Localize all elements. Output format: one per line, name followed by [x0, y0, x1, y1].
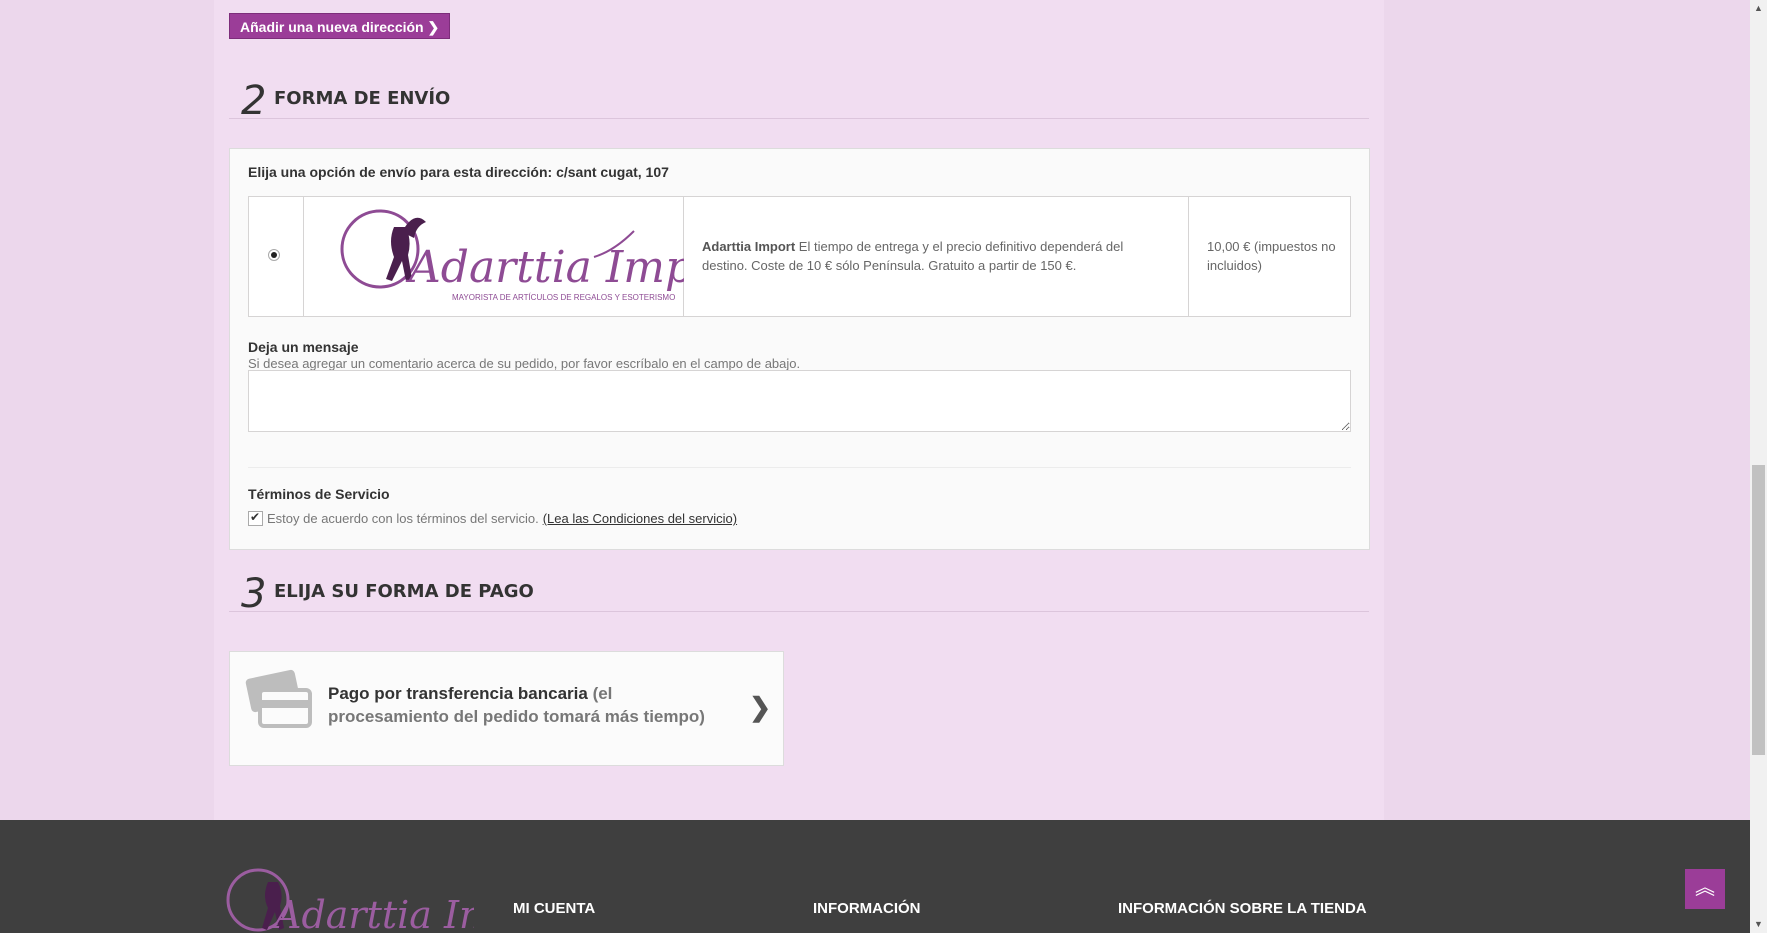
- add-new-address-button[interactable]: Añadir una nueva dirección ❯: [229, 13, 451, 39]
- terms-checkbox[interactable]: [248, 510, 263, 526]
- payment-method-name: Pago por transferencia bancaria: [328, 684, 588, 703]
- scroll-to-top-button[interactable]: ︽: [1685, 869, 1725, 909]
- footer-my-account[interactable]: MI CUENTA: [513, 900, 595, 917]
- adarttia-logo-icon: Adarttia Import MAYORISTA DE ARTÍCULOS D…: [340, 209, 759, 302]
- chevron-right-icon: ❯: [749, 692, 771, 722]
- shipping-options-box: Elija una opción de envío para esta dire…: [229, 148, 1370, 550]
- step-title: ELIJA SU FORMA DE PAGO: [274, 581, 534, 602]
- terms-link[interactable]: (Lea las Condiciones del servicio): [543, 511, 737, 526]
- carrier-radio-cell: [249, 197, 304, 316]
- footer-store-info[interactable]: INFORMACIÓN SOBRE LA TIENDA: [1118, 900, 1367, 917]
- payment-text: Pago por transferencia bancaria (el proc…: [328, 682, 728, 728]
- credit-card-icon: [245, 669, 312, 728]
- step-number: 3: [241, 571, 267, 617]
- terms-agree-text: Estoy de acuerdo con los términos del se…: [267, 511, 539, 526]
- page-scrollbar[interactable]: ▲ ▼: [1750, 0, 1767, 933]
- divider: [248, 467, 1351, 468]
- carrier-price: 10,00 € (impuestos no incluidos): [1207, 239, 1336, 273]
- add-new-address-label: Añadir una nueva dirección: [240, 19, 424, 35]
- scroll-thumb[interactable]: [1752, 465, 1765, 755]
- footer: Adarttia Import MI CUENTA INFORMACIÓN IN…: [0, 820, 1750, 933]
- terms-row: Estoy de acuerdo con los términos del se…: [248, 510, 737, 526]
- bank-transfer-payment-option[interactable]: Pago por transferencia bancaria (el proc…: [229, 651, 784, 766]
- scroll-up-arrow-icon[interactable]: ▲: [1750, 0, 1767, 17]
- carrier-logo: Adarttia Import MAYORISTA DE ARTÍCULOS D…: [304, 197, 759, 316]
- shipping-choose-text: Elija una opción de envío para esta dire…: [248, 164, 669, 180]
- step-number: 2: [241, 78, 267, 124]
- step-2-heading: 2 FORMA DE ENVÍO: [229, 74, 1369, 124]
- checkout-page: Añadir una nueva dirección ❯ 2 FORMA DE …: [214, 0, 1384, 820]
- message-help: Si desea agregar un comentario acerca de…: [248, 356, 801, 371]
- message-title: Deja un mensaje: [248, 339, 359, 355]
- carrier-name: Adarttia Import: [702, 239, 796, 254]
- step-title: FORMA DE ENVÍO: [274, 88, 451, 109]
- svg-text:Adarttia Import: Adarttia Import: [271, 893, 474, 933]
- carrier-radio[interactable]: [268, 249, 280, 261]
- step-3-heading: 3 ELIJA SU FORMA DE PAGO: [229, 567, 1369, 617]
- scroll-down-arrow-icon[interactable]: ▼: [1750, 916, 1767, 933]
- double-chevron-up-icon: ︽: [1695, 877, 1715, 899]
- footer-logo-icon: Adarttia Import: [226, 868, 474, 933]
- chevron-right-icon: ❯: [427, 19, 440, 35]
- svg-text:Adarttia Import: Adarttia Import: [405, 242, 684, 293]
- message-textarea[interactable]: [248, 370, 1351, 432]
- footer-information[interactable]: INFORMACIÓN: [813, 900, 921, 917]
- carrier-option-row[interactable]: Adarttia Import MAYORISTA DE ARTÍCULOS D…: [248, 196, 1351, 317]
- carrier-description: Adarttia Import El tiempo de entrega y e…: [684, 197, 1189, 316]
- svg-text:MAYORISTA DE ARTÍCULOS DE REGA: MAYORISTA DE ARTÍCULOS DE REGALOS Y ESOT…: [452, 293, 675, 302]
- terms-title: Términos de Servicio: [248, 486, 390, 502]
